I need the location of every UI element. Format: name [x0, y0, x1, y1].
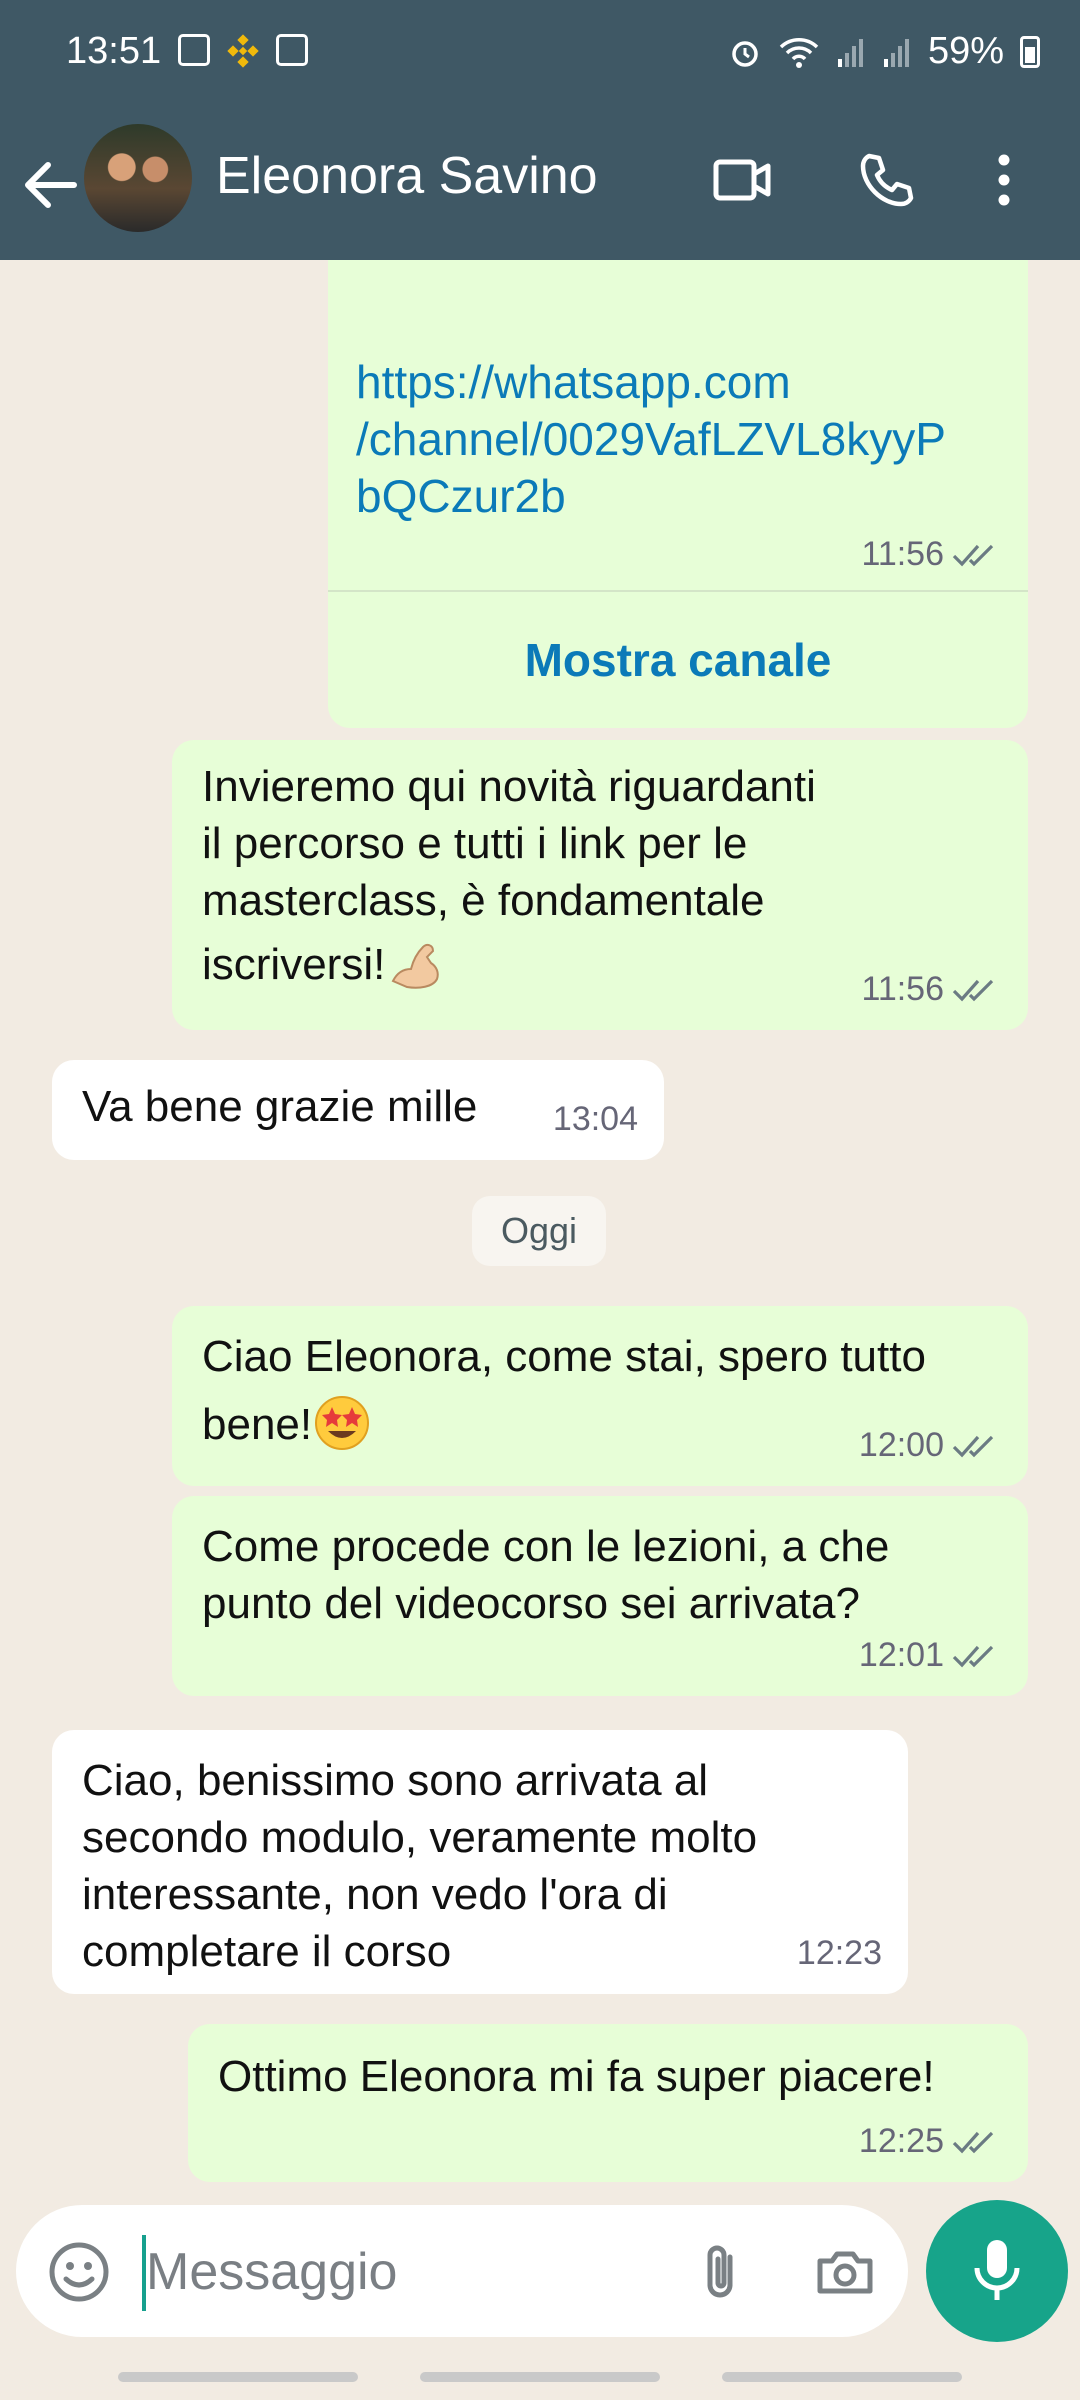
notification-icons — [178, 34, 308, 68]
status-bar: 13:51 59% — [0, 0, 1080, 110]
channel-link[interactable]: https://whatsapp.com /channel/0029VafLZV… — [356, 354, 946, 525]
message-meta: 11:56 — [861, 961, 1002, 1018]
message-text-line: Ciao Eleonora, come stai, spero tutto — [202, 1332, 926, 1381]
message-meta: 12:00 — [859, 1417, 1002, 1474]
message-text-line: secondo modulo, veramente molto — [82, 1813, 758, 1862]
star-struck-icon — [315, 1396, 370, 1450]
status-time: 13:51 — [66, 30, 162, 72]
message-text-line: masterclass, è fondamentale — [202, 876, 765, 925]
message-meta: 12:25 — [859, 2113, 1002, 2170]
system-icons: 59% — [728, 30, 1040, 73]
emoji-icon[interactable] — [46, 2239, 112, 2305]
avatar[interactable] — [84, 124, 192, 232]
read-ticks-icon — [952, 544, 994, 566]
message-incoming[interactable]: Ciao, benissimo sono arrivata al secondo… — [52, 1730, 908, 1994]
chat-area[interactable]: https://whatsapp.com /channel/0029VafLZV… — [0, 260, 1080, 2190]
channel-link-line[interactable]: https://whatsapp.com — [356, 354, 946, 411]
contact-name[interactable]: Eleonora Savino — [216, 146, 598, 206]
message-text-line: Va bene grazie mille — [82, 1082, 478, 1131]
message-outgoing[interactable]: Come procede con le lezioni, a che punto… — [172, 1496, 1028, 1696]
more-vert-icon[interactable] — [980, 148, 1028, 212]
binance-notification-icon — [227, 34, 259, 68]
message-incoming[interactable]: Va bene grazie mille 13:04 — [52, 1060, 664, 1160]
channel-link-line[interactable]: /channel/0029VafLZVL8kyyP — [356, 411, 946, 468]
message-time: 13:04 — [552, 1100, 638, 1138]
message-text-line: Ciao, benissimo sono arrivata al — [82, 1756, 709, 1805]
system-nav-bar — [0, 2350, 1080, 2400]
message-text-line: interessante, non vedo l'ora di — [82, 1870, 668, 1919]
message-time: 12:25 — [858, 2122, 944, 2160]
mic-button[interactable] — [926, 2200, 1068, 2342]
message-outgoing-channel[interactable]: https://whatsapp.com /channel/0029VafLZV… — [328, 260, 1028, 728]
attach-icon[interactable] — [688, 2239, 754, 2305]
message-text-line: iscriversi! — [202, 940, 386, 989]
message-text-line: completare il corso — [82, 1927, 452, 1976]
camera-icon[interactable] — [812, 2239, 878, 2305]
message-text-line: Ottimo Eleonora mi fa super piacere! — [218, 2052, 935, 2101]
message-time: 11:56 — [861, 970, 944, 1008]
message-time: 12:00 — [858, 1426, 944, 1464]
chat-header: Eleonora Savino — [0, 110, 1080, 260]
flexed-biceps-icon — [391, 943, 440, 989]
alarm-icon — [732, 40, 758, 67]
read-ticks-icon — [952, 1435, 994, 1457]
nav-recents[interactable] — [118, 2372, 358, 2382]
channel-link-line[interactable]: bQCzur2b — [356, 468, 946, 525]
message-time: 11:56 — [861, 535, 944, 573]
read-ticks-icon — [952, 2131, 994, 2153]
message-text-line: bene! — [202, 1400, 313, 1449]
message-time: 12:01 — [858, 1636, 944, 1674]
read-ticks-icon — [952, 979, 994, 1001]
video-call-icon[interactable] — [710, 148, 774, 212]
wifi-icon — [779, 37, 819, 68]
message-outgoing[interactable]: Ciao Eleonora, come stai, spero tutto be… — [172, 1306, 1028, 1486]
back-arrow-icon[interactable] — [20, 150, 80, 220]
phone-icon[interactable] — [855, 148, 919, 212]
nav-home[interactable] — [420, 2372, 660, 2382]
message-text-line: Invieremo qui novità riguardanti — [202, 762, 816, 811]
message-outgoing[interactable]: Ottimo Eleonora mi fa super piacere! 12:… — [188, 2024, 1028, 2182]
message-text-line: il percorso e tutti i link per le — [202, 819, 748, 868]
message-meta: 13:04 — [553, 1091, 638, 1148]
gallery-notification-icon — [178, 34, 210, 66]
signal-icon-2 — [883, 38, 909, 67]
nav-back[interactable] — [722, 2372, 962, 2382]
battery-icon — [1020, 35, 1040, 68]
date-divider: Oggi — [472, 1196, 606, 1266]
battery-percentage: 59% — [927, 30, 1004, 72]
message-meta: 12:01 — [859, 1627, 1002, 1684]
message-time: 12:23 — [796, 1934, 882, 1972]
message-input-bar — [16, 2205, 908, 2337]
message-meta: 11:56 — [861, 526, 1002, 583]
show-channel-button[interactable]: Mostra canale — [328, 590, 1028, 728]
mic-icon — [974, 2240, 1020, 2300]
message-input[interactable] — [144, 2235, 668, 2309]
signal-icon-1 — [837, 38, 863, 67]
message-text-line: Come procede con le lezioni, a che — [202, 1522, 890, 1571]
message-meta: 12:23 — [797, 1925, 882, 1982]
check-notification-icon — [276, 34, 308, 66]
read-ticks-icon — [952, 1645, 994, 1667]
message-outgoing[interactable]: Invieremo qui novità riguardanti il perc… — [172, 740, 1028, 1030]
message-text-line: punto del videocorso sei arrivata? — [202, 1579, 860, 1628]
